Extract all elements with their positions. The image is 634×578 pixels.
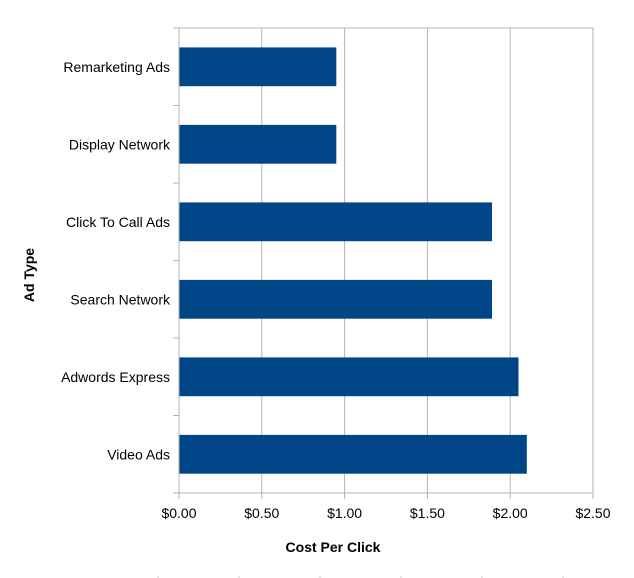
x-tick-label: $2.00 [493, 505, 528, 521]
bars [179, 47, 527, 474]
y-tick-label: Search Network [70, 291, 171, 307]
bar [179, 202, 492, 242]
x-tick-label: $1.50 [410, 505, 445, 521]
y-tick-label: Display Network [69, 136, 171, 152]
x-tick-label: $0.00 [161, 505, 196, 521]
bar [179, 279, 492, 319]
y-tick-label: Video Ads [107, 446, 170, 462]
bar [179, 357, 519, 397]
y-tick-label: Click To Call Ads [66, 214, 170, 230]
y-tick-label: Remarketing Ads [63, 59, 170, 75]
bar-chart: Remarketing Ads Display Network Click To C… [21, 27, 611, 578]
y-axis-title: Ad Type [21, 248, 37, 302]
x-tick-label: $2.50 [575, 505, 610, 521]
x-tick-label: $0.50 [244, 505, 279, 521]
x-tick-labels: $0.00 $0.50 $1.00 $1.50 $2.00 $2.50 [161, 505, 610, 521]
gridlines [179, 27, 594, 493]
y-tick-label: Adwords Express [61, 369, 170, 385]
axes [173, 27, 594, 499]
bar [179, 434, 527, 474]
y-tick-labels: Remarketing Ads Display Network Click To C… [61, 59, 171, 463]
x-axis-title: Cost Per Click [286, 539, 381, 555]
bar [179, 47, 337, 87]
bar [179, 124, 337, 164]
x-tick-label: $1.00 [327, 505, 362, 521]
